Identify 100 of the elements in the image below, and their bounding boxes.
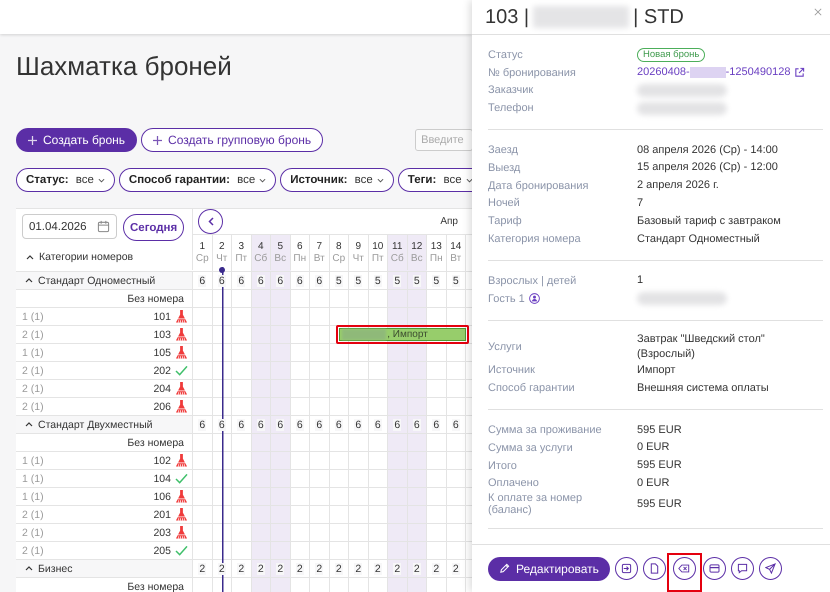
availability-count: 2 [218, 562, 226, 574]
day-header: 11 Сб [388, 235, 408, 271]
availability-count: 2 [354, 562, 362, 574]
occupancy-text: 2 (1) [22, 508, 44, 520]
field-value: 595 EUR [637, 422, 682, 438]
availability-count: 6 [393, 418, 402, 430]
room-number: 204 [153, 382, 171, 394]
day-header: 12 Вс [408, 235, 427, 271]
filter-dropdown[interactable]: Источник: все [280, 168, 394, 192]
occupancy-text: 2 (1) [22, 400, 44, 412]
field-label: Гость 1 [488, 292, 525, 305]
occupancy-text: 1 (1) [22, 472, 44, 484]
occupancy-text: 2 (1) [22, 544, 44, 556]
availability-count: 2 [432, 562, 440, 574]
field-label: Способ гарантии [488, 382, 575, 394]
day-header: 8 Ср [330, 235, 349, 271]
chevron-left-icon [208, 217, 214, 226]
panel-title: | STD [633, 6, 684, 28]
room-number: 101 [153, 310, 171, 322]
field-value: 595 EUR [637, 458, 682, 474]
day-header: 14 Вт [446, 235, 466, 271]
availability-count: 6 [218, 418, 226, 430]
person-icon [528, 293, 540, 304]
availability-count: 6 [374, 418, 382, 430]
availability-count: 2 [296, 562, 304, 574]
room-number: 201 [153, 508, 171, 520]
field-label: Услуги [488, 340, 522, 353]
occupancy-text: 2 (1) [22, 382, 44, 394]
field-label: Итого [488, 460, 517, 472]
pencil-icon [499, 563, 510, 574]
field-value: 15 апреля 2026 (Ср) - 12:00 [637, 160, 778, 176]
booking-bar[interactable]: , Импорт [339, 328, 466, 341]
occupancy-text: 1 (1) [22, 346, 44, 358]
card-icon [708, 564, 720, 573]
availability-count: 6 [218, 274, 226, 286]
field-value: Стандарт Одноместный [637, 232, 760, 247]
send-button[interactable] [758, 557, 782, 580]
document-button[interactable] [642, 557, 666, 580]
field-label: Сумма за проживание [488, 424, 602, 436]
external-link-icon[interactable] [794, 67, 806, 78]
availability-count: 6 [315, 274, 324, 286]
field-label: Источник [488, 364, 535, 376]
create-button[interactable]: Создать групповую бронь [141, 128, 324, 152]
availability-count: 6 [315, 418, 324, 430]
filter-dropdown[interactable]: Статус: все [16, 168, 115, 192]
availability-count: 6 [452, 418, 460, 430]
room-number: 106 [153, 490, 171, 502]
field-value: 1 [637, 273, 644, 288]
card-button[interactable] [702, 557, 726, 580]
filter-dropdown[interactable]: Способ гарантии: все [118, 168, 276, 192]
field-label: № бронирования [488, 66, 576, 79]
unassigned-label: Без номера [127, 292, 184, 304]
create-button[interactable]: Создать бронь [16, 128, 138, 152]
chevron-up-icon [26, 254, 34, 260]
field-label: Оплачено [488, 477, 539, 490]
delete-key-icon [678, 563, 690, 574]
availability-count: 6 [296, 274, 304, 286]
chevron-down-icon [259, 178, 266, 182]
room-number: 202 [153, 364, 171, 376]
field-label: Сумма за услуги [488, 442, 573, 454]
room-number: 104 [153, 472, 171, 484]
availability-count: 6 [276, 274, 284, 286]
availability-count: 2 [334, 562, 343, 574]
room-number: 105 [153, 346, 171, 358]
filter-dropdown[interactable]: Теги: все [398, 168, 472, 192]
plus-icon [153, 136, 162, 144]
comment-button[interactable] [730, 557, 754, 580]
search-field[interactable]: Введите [415, 129, 472, 151]
field-label: Категория номера [488, 233, 581, 246]
day-header: 6 Пн [290, 235, 310, 271]
edit-button[interactable]: Редактировать [488, 556, 610, 580]
availability-count: 6 [296, 418, 304, 430]
field-value: 595 EUR [637, 496, 682, 512]
booking-number-link[interactable]: 20260408- -1250490128 [637, 65, 790, 80]
check-in-button[interactable] [614, 557, 638, 580]
category-name: Стандарт Одноместный [38, 274, 156, 286]
plus-icon [28, 136, 37, 144]
date-field[interactable]: 01.04.2026 [22, 214, 117, 239]
status-badge: Новая бронь [637, 48, 706, 62]
field-label: Выезд [488, 162, 520, 174]
cancel-button[interactable] [672, 557, 696, 580]
chevron-down-icon [376, 178, 384, 182]
panel-title: 103 | [485, 6, 530, 28]
day-header: 9 Чт [349, 235, 368, 271]
availability-count: 2 [452, 562, 460, 574]
occupancy-text: 1 (1) [22, 454, 44, 466]
field-value: 08 апреля 2026 (Ср) - 14:00 [637, 142, 778, 158]
previous-button[interactable] [198, 209, 223, 234]
day-header: 5 Вс [271, 235, 290, 271]
availability-count: 6 [276, 418, 284, 430]
field-label: К оплате за номер (баланс) [488, 492, 584, 516]
occupancy-text: 2 (1) [22, 328, 44, 340]
category-name: Стандарт Двухместный [38, 418, 153, 430]
availability-count: 5 [432, 274, 440, 286]
close-icon[interactable] [814, 8, 822, 16]
field-label: Заказчик [488, 84, 534, 96]
field-label: Тариф [488, 215, 522, 228]
field-value: Внешняя система оплаты [637, 380, 769, 396]
today-button[interactable]: Сегодня [123, 214, 184, 241]
page-title: Шахматка броней [16, 51, 233, 83]
